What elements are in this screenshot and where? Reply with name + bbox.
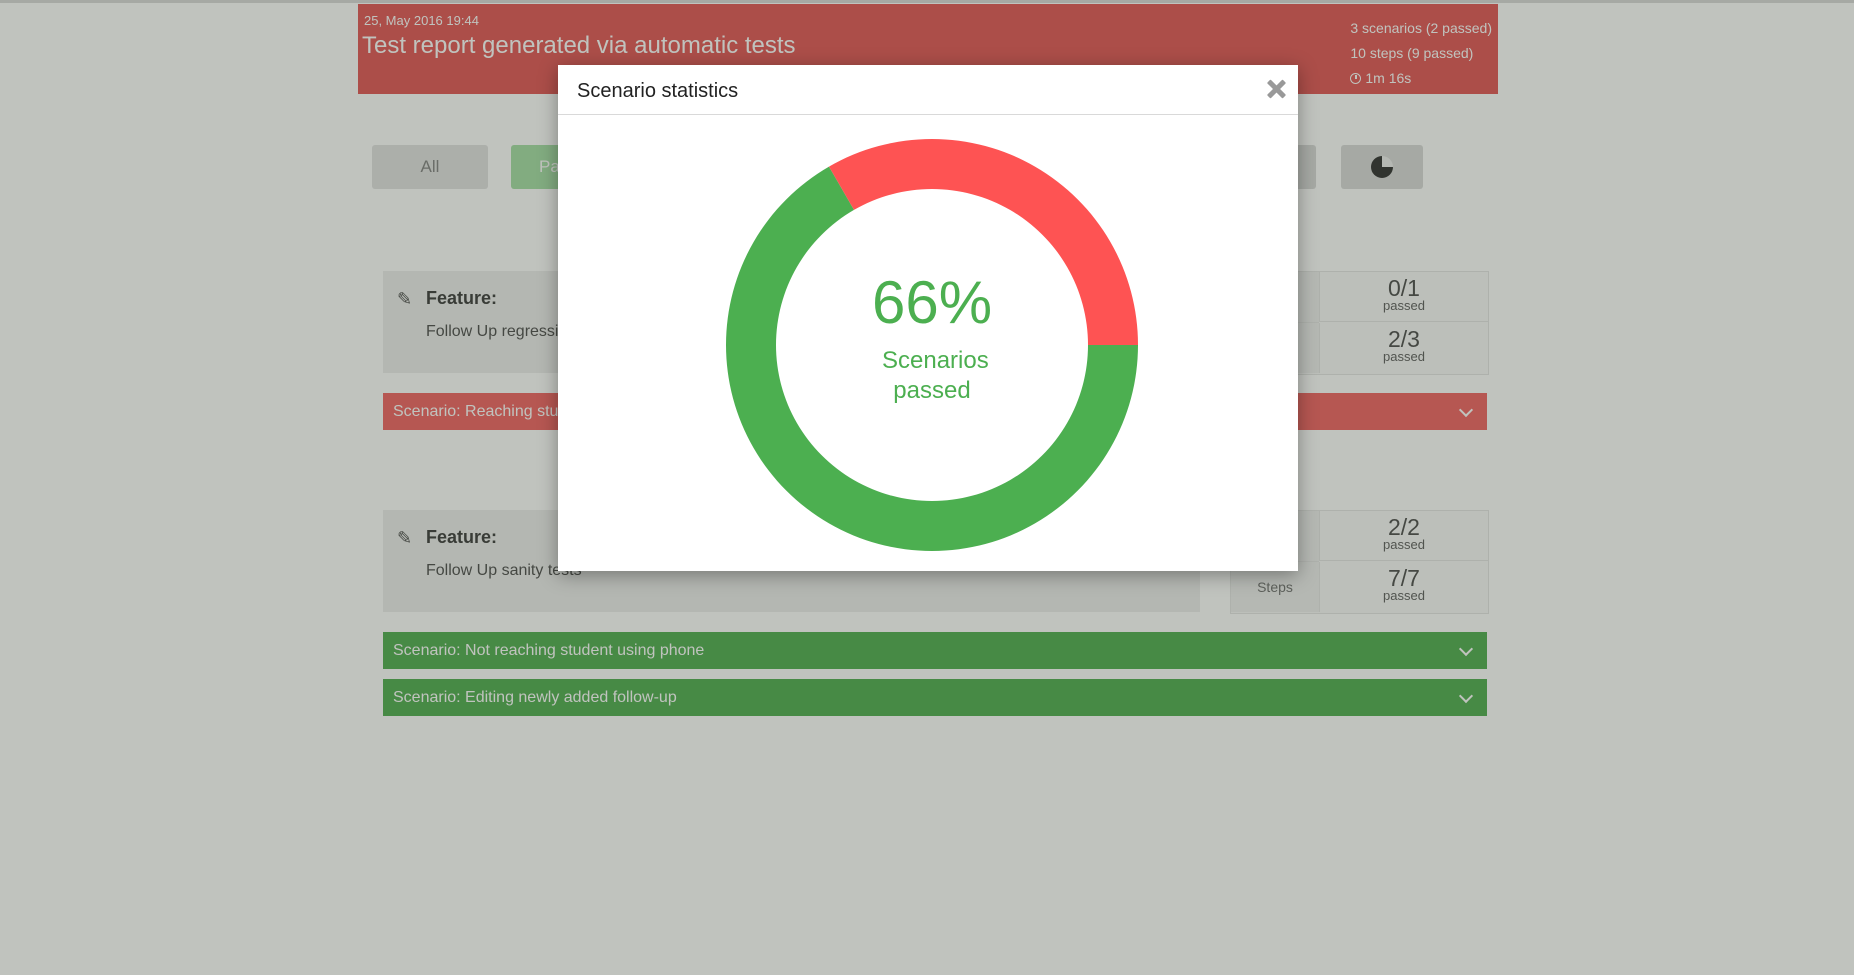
modal-title: Scenario statistics bbox=[577, 80, 739, 102]
donut-slice-failed bbox=[829, 139, 1138, 345]
scenario-donut-chart bbox=[726, 139, 1138, 551]
modal-header: Scenario statistics bbox=[558, 65, 1298, 115]
statistics-modal: Scenario statistics 66% Scenarios passed bbox=[558, 65, 1298, 571]
close-icon[interactable] bbox=[1264, 77, 1288, 101]
